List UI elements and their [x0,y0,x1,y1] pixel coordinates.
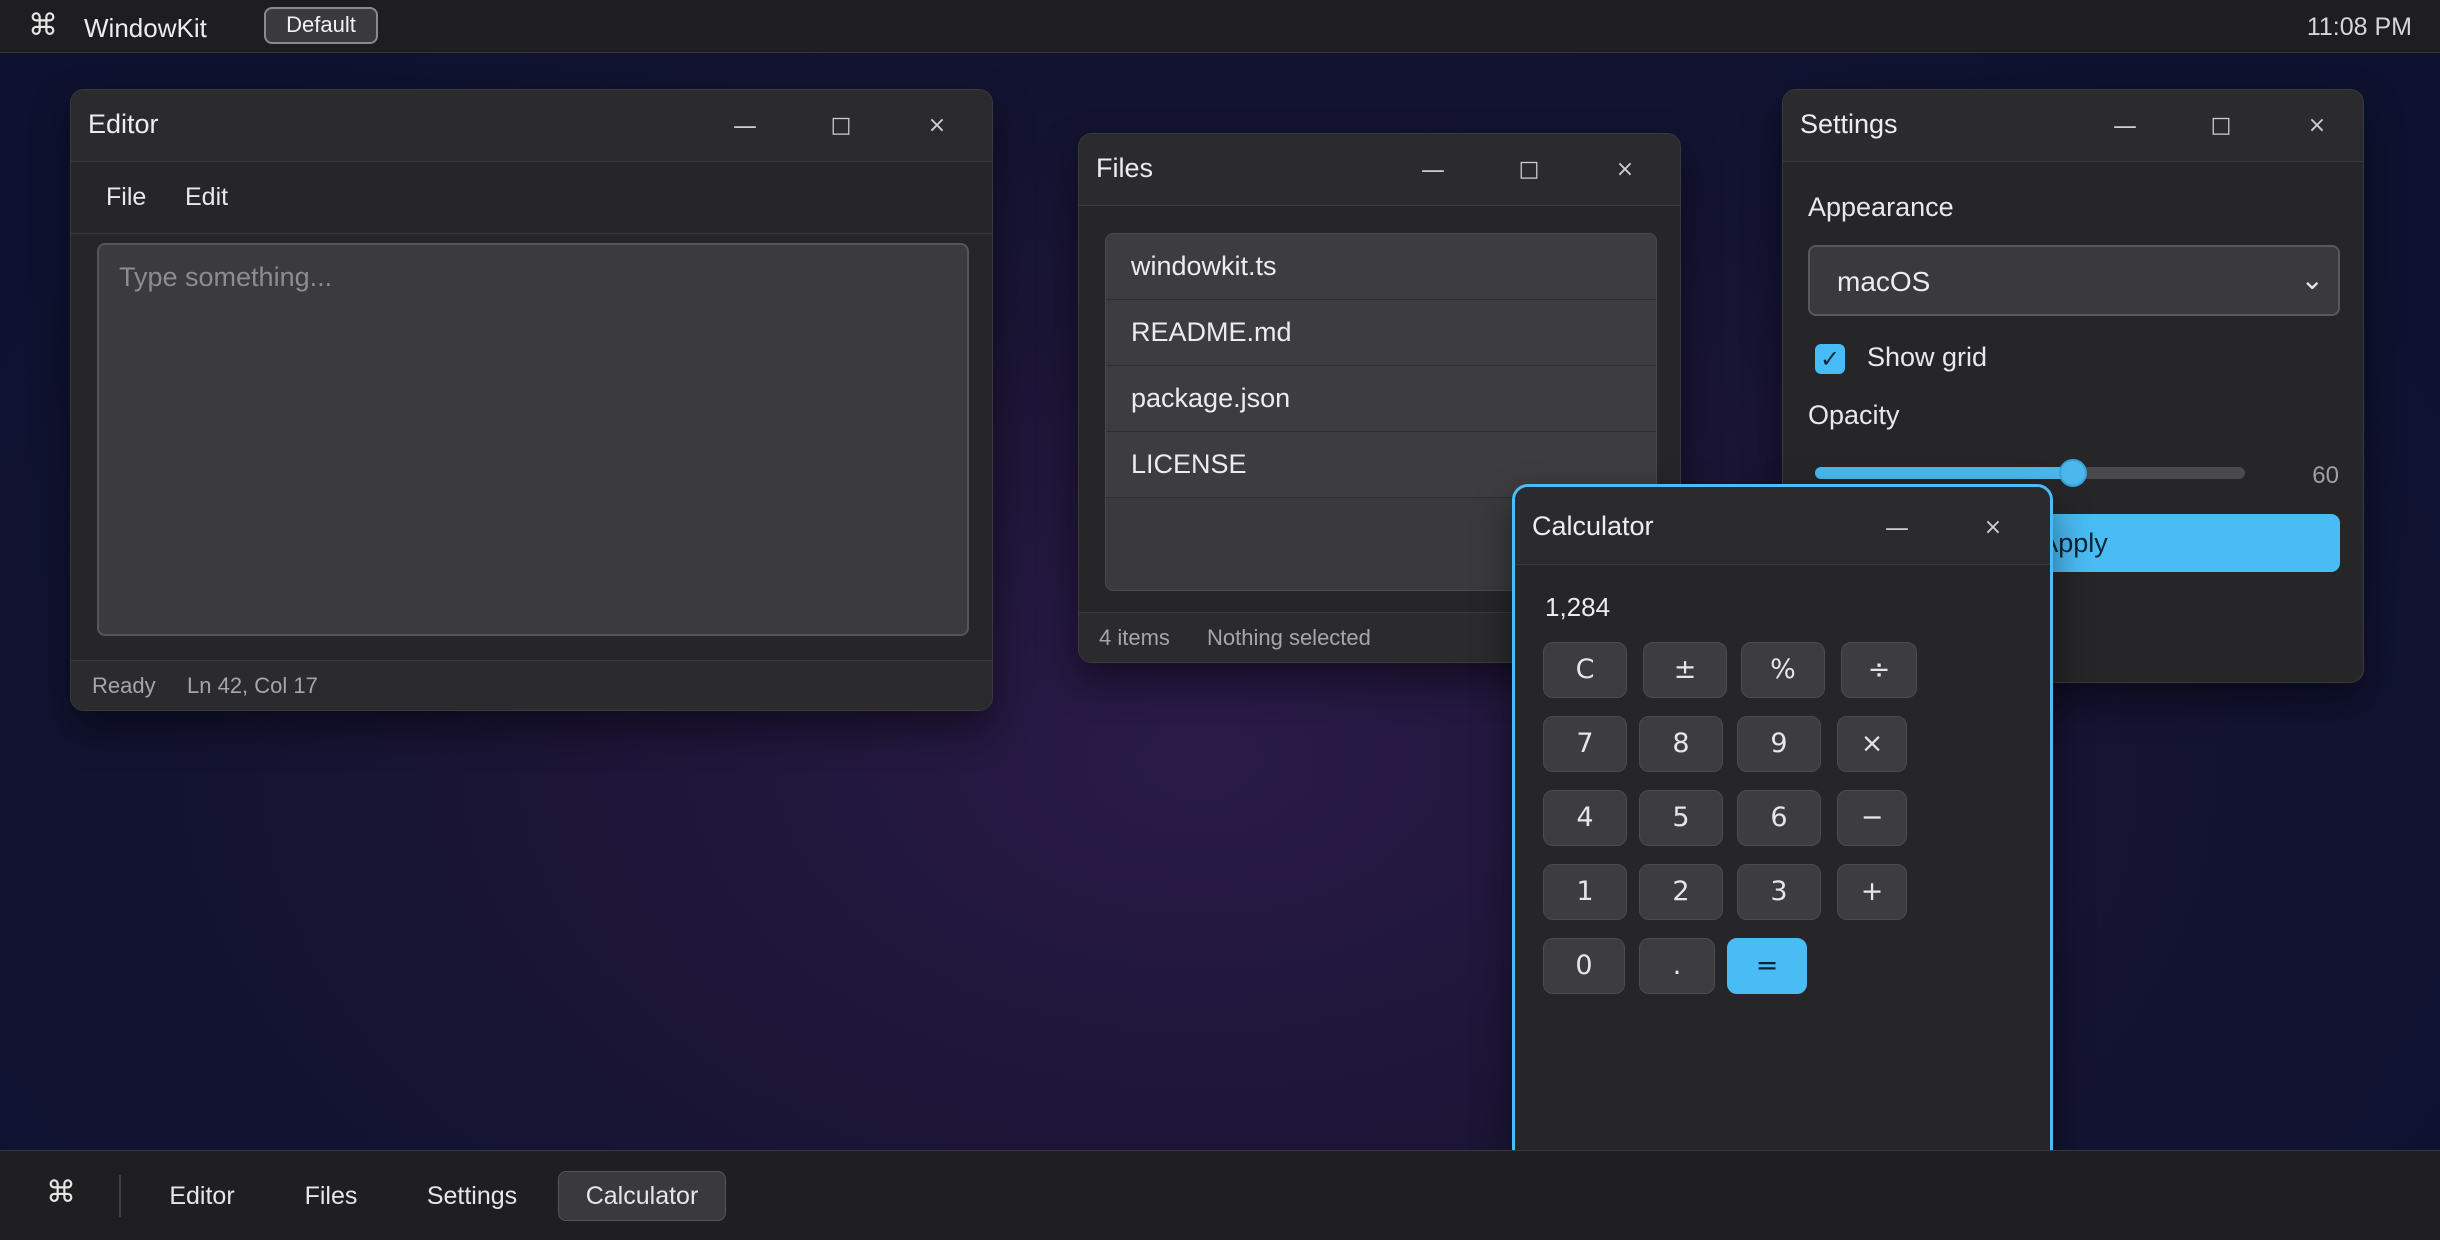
appearance-select[interactable]: macOS ⌄ [1808,245,2340,316]
show-grid-label: Show grid [1867,342,1988,372]
menu-edit[interactable]: Edit [185,183,228,212]
key-multiply[interactable]: × [1837,716,1907,772]
key-9[interactable]: 9 [1737,716,1821,772]
file-item[interactable]: package.json [1106,366,1656,432]
key-6[interactable]: 6 [1737,790,1821,846]
menu-file[interactable]: File [106,183,146,212]
minimize-button[interactable]: — [2103,104,2147,148]
editor-textarea[interactable]: Type something... [97,243,969,636]
close-button[interactable]: × [1971,506,2015,550]
editor-statusbar: Ready Ln 42, Col 17 [71,660,992,710]
taskbar-divider [119,1175,121,1217]
window-title: Files [1096,153,1154,183]
calculator-titlebar[interactable]: Calculator — × [1515,487,2050,565]
key-8[interactable]: 8 [1639,716,1723,772]
opacity-slider-thumb[interactable] [2059,459,2087,487]
calculator-display: 1,284 [1545,592,1611,622]
key-equals[interactable]: = [1727,938,1807,994]
key-5[interactable]: 5 [1639,790,1723,846]
file-item[interactable]: README.md [1106,300,1656,366]
calculator-window: Calculator — × 1,284 C ±% ÷ 7 8 9 × 4 5 6− 1 2 3 +0. = [1512,484,2053,1240]
command-icon[interactable]: ⌘ [46,1175,76,1210]
editor-menubar: File Edit [71,163,992,234]
menu-bar: ⌘ WindowKit Default 11:08 PM [0,0,2440,53]
minimize-button[interactable]: — [1875,506,1919,550]
key-3[interactable]: 3 [1737,864,1821,920]
cursor-position: Ln 42, Col 17 [187,673,318,698]
key-negate[interactable]: ± [1643,642,1727,698]
theme-badge[interactable]: Default [264,7,378,44]
close-button[interactable]: × [915,104,959,148]
appearance-label: Appearance [1808,192,1954,222]
settings-titlebar[interactable]: Settings — □ × [1783,90,2363,162]
file-name: LICENSE [1131,449,1247,479]
editor-status: Ready [92,673,156,698]
key-decimal[interactable]: . [1639,938,1715,994]
file-name: README.md [1131,317,1292,347]
opacity-value: 60 [2312,462,2339,489]
taskbar-item-calculator[interactable]: Calculator [558,1171,726,1221]
key-7[interactable]: 7 [1543,716,1627,772]
opacity-slider-fill [1815,467,2073,479]
maximize-button[interactable]: □ [2199,104,2243,148]
appearance-value: macOS [1837,266,1931,297]
key-percent[interactable]: % [1741,642,1825,698]
checkmark-icon: ✓ [1819,345,1841,373]
file-item[interactable]: windowkit.ts [1106,234,1656,300]
minimize-button[interactable]: — [723,104,767,148]
command-icon[interactable]: ⌘ [28,8,58,43]
editor-titlebar[interactable]: Editor — □ × [71,90,992,162]
close-button[interactable]: × [2295,104,2339,148]
key-clear[interactable]: C [1543,642,1627,698]
taskbar-item-editor[interactable]: Editor [148,1171,256,1221]
editor-window: Editor — □ × File Edit Type something...… [70,89,993,711]
key-subtract[interactable]: − [1837,790,1907,846]
window-title: Settings [1800,109,1898,139]
textarea-placeholder: Type something... [119,262,333,292]
selection-status: Nothing selected [1207,625,1371,650]
key-0[interactable]: 0 [1543,938,1625,994]
files-titlebar[interactable]: Files — □ × [1079,134,1680,206]
key-1[interactable]: 1 [1543,864,1627,920]
show-grid-checkbox[interactable]: ✓ [1815,344,1845,374]
minimize-button[interactable]: — [1411,148,1455,192]
chevron-down-icon: ⌄ [2300,263,2324,296]
clock: 11:08 PM [2306,13,2412,41]
app-name[interactable]: WindowKit [84,13,207,44]
opacity-slider[interactable] [1815,467,2245,479]
maximize-button[interactable]: □ [819,104,863,148]
taskbar-item-settings[interactable]: Settings [406,1171,538,1221]
close-button[interactable]: × [1603,148,1647,192]
maximize-button[interactable]: □ [1507,148,1551,192]
taskbar-item-files[interactable]: Files [276,1171,386,1221]
taskbar: ⌘ Editor Files Settings Calculator [0,1150,2440,1240]
file-name: windowkit.ts [1131,251,1277,281]
key-divide[interactable]: ÷ [1841,642,1917,698]
item-count: 4 items [1099,625,1170,650]
file-name: package.json [1131,383,1291,413]
key-2[interactable]: 2 [1639,864,1723,920]
window-title: Calculator [1532,511,1654,541]
opacity-label: Opacity [1808,400,1900,430]
key-4[interactable]: 4 [1543,790,1627,846]
window-title: Editor [88,109,159,139]
key-add[interactable]: + [1837,864,1907,920]
